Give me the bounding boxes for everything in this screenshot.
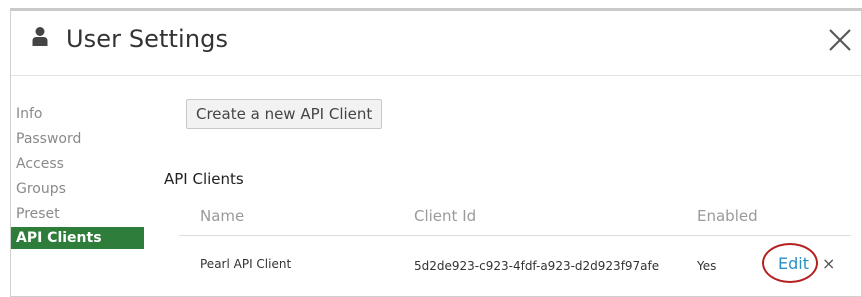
enabled-cell: Yes: [697, 259, 717, 273]
edit-link[interactable]: Edit: [778, 254, 809, 273]
delete-icon[interactable]: ×: [822, 254, 835, 273]
sidebar-item-preset[interactable]: Preset: [11, 202, 144, 227]
user-icon: [32, 26, 48, 48]
sidebar-item-info[interactable]: Info: [11, 102, 144, 127]
sidebar-item-api-clients[interactable]: API Clients: [11, 227, 144, 249]
client-name-cell: Pearl API Client: [200, 257, 292, 271]
sidebar-item-groups[interactable]: Groups: [11, 177, 144, 202]
sidebar-item-access[interactable]: Access: [11, 152, 144, 177]
settings-sidebar: Info Password Access Groups Preset API C…: [11, 102, 144, 249]
client-id-cell: 5d2de923-c923-4fdf-a923-d2d923f97afe: [414, 259, 660, 273]
user-settings-dialog: User Settings Info Password Access Group…: [10, 8, 862, 297]
column-header-enabled: Enabled: [697, 207, 758, 225]
dialog-title: User Settings: [66, 25, 229, 53]
sidebar-item-password[interactable]: Password: [11, 127, 144, 152]
api-clients-heading: API Clients: [164, 170, 244, 188]
table-header-divider: [179, 235, 851, 236]
dialog-header: User Settings: [11, 11, 861, 76]
create-api-client-button[interactable]: Create a new API Client: [186, 99, 383, 129]
close-icon[interactable]: [825, 25, 855, 55]
column-header-name: Name: [200, 207, 245, 225]
column-header-client-id: Client Id: [414, 207, 477, 225]
